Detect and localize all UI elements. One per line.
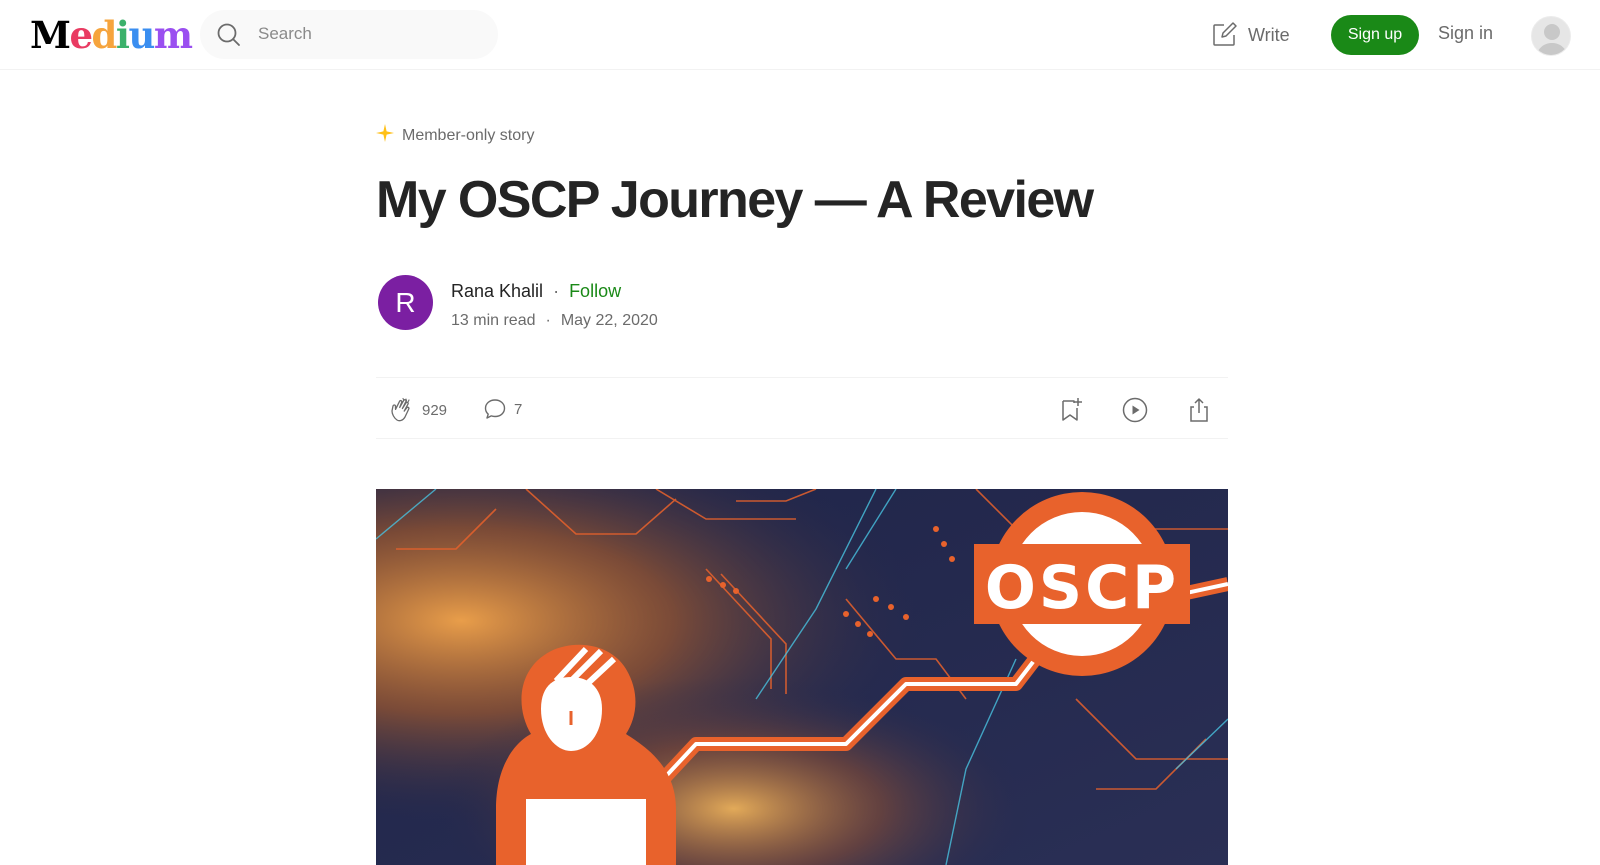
write-button[interactable]: Write	[1210, 20, 1290, 50]
article-hero-image: OSCP	[376, 489, 1228, 865]
logo-letter: u	[128, 13, 155, 57]
author-name[interactable]: Rana Khalil	[451, 281, 543, 302]
play-icon	[1122, 397, 1148, 423]
search-bar[interactable]	[200, 10, 498, 59]
share-icon	[1190, 398, 1208, 422]
logo-letter: e	[69, 13, 93, 57]
logo-letter: i	[115, 13, 130, 57]
logo-letter: d	[91, 13, 118, 57]
clap-count: 929	[422, 401, 448, 419]
share-button[interactable]	[1186, 396, 1212, 424]
author-line: Rana Khalil · Follow	[451, 281, 621, 302]
sign-up-button[interactable]: Sign up	[1331, 15, 1419, 55]
listen-button[interactable]	[1121, 396, 1149, 424]
publish-date: May 22, 2020	[560, 312, 658, 329]
medium-logo[interactable]: Medium	[30, 13, 193, 57]
member-only-badge: Member-only story	[376, 124, 534, 147]
sign-in-link[interactable]: Sign in	[1438, 23, 1493, 44]
article-action-bar: 929 7	[376, 377, 1228, 439]
article-title: My OSCP Journey — A Review	[376, 171, 1094, 229]
write-icon	[1213, 22, 1237, 46]
oscp-badge-text: OSCP	[985, 553, 1179, 623]
logo-letter: M	[30, 13, 71, 57]
follow-button[interactable]: Follow	[569, 281, 621, 302]
comment-count: 7	[514, 400, 523, 418]
user-avatar-icon[interactable]	[1531, 16, 1571, 56]
top-navigation-bar: Medium Write Sign up Sign in	[0, 0, 1600, 70]
article-meta: 13 min read · May 22, 2020	[451, 312, 658, 330]
comment-button[interactable]: 7	[482, 396, 522, 422]
clap-icon	[391, 397, 410, 422]
bookmark-icon	[1062, 398, 1082, 421]
separator-dot: ·	[545, 312, 551, 329]
separator-dot: ·	[553, 281, 560, 301]
author-initial: R	[395, 286, 416, 318]
search-input[interactable]	[258, 22, 478, 46]
bookmark-button[interactable]	[1058, 396, 1084, 424]
clap-button[interactable]: 929	[388, 396, 447, 424]
member-only-label: Member-only story	[402, 126, 535, 144]
search-icon	[216, 22, 242, 48]
logo-letter: m	[153, 13, 193, 57]
author-avatar[interactable]: R	[378, 275, 433, 330]
read-time: 13 min read	[451, 312, 536, 329]
star-icon	[376, 124, 394, 147]
write-label: Write	[1248, 24, 1290, 45]
comment-icon	[484, 399, 506, 419]
